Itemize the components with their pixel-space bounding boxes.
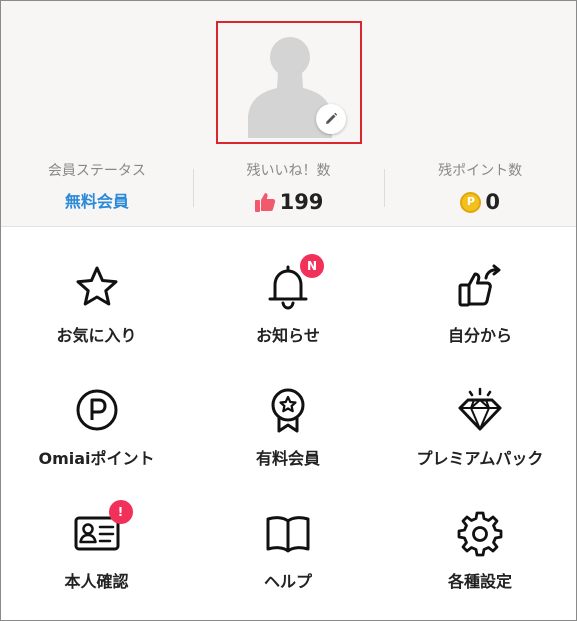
menu-item-sent-likes[interactable]: 自分から — [384, 263, 576, 386]
menu-item-paid-membership[interactable]: 有料会員 — [192, 386, 384, 509]
gear-icon — [457, 511, 503, 557]
stats-row: 会員ステータス 無料会員 残いいね！数 199 残ポイント数 P 0 — [1, 161, 576, 217]
menu-item-identity-verification[interactable]: ! 本人確認 — [1, 500, 192, 620]
menu-item-label: 各種設定 — [447, 572, 512, 591]
menu-item-omiai-points[interactable]: Omiaiポイント — [1, 386, 192, 509]
star-icon — [76, 266, 117, 306]
menu-item-notifications[interactable]: N お知らせ — [192, 254, 384, 386]
open-book-icon — [266, 516, 310, 553]
menu-grid: お気に入り N お知らせ 自分から Omiaiポイント 有料会員 プレミアムパッ… — [1, 254, 576, 620]
avatar-highlight-box[interactable] — [216, 21, 362, 144]
coin-icon: P — [460, 191, 482, 213]
member-status-label: 会員ステータス — [47, 163, 146, 179]
remaining-points-stat: 残ポイント数 P 0 — [384, 161, 576, 217]
award-badge-icon — [271, 388, 305, 433]
diamond-icon — [458, 387, 502, 431]
notification-badge: N — [300, 254, 324, 278]
thumbs-up-arrow-icon — [458, 264, 501, 307]
remaining-likes-value: 199 — [279, 190, 324, 214]
menu-item-label: 自分から — [447, 326, 512, 345]
profile-header: 会員ステータス 無料会員 残いいね！数 199 残ポイント数 P 0 — [1, 1, 576, 227]
menu-item-settings[interactable]: 各種設定 — [384, 509, 576, 620]
thumbs-up-icon — [254, 193, 275, 212]
menu-item-label: お知らせ — [256, 326, 320, 345]
menu-item-help[interactable]: ヘルプ — [192, 509, 384, 620]
menu-item-label: 有料会員 — [255, 449, 320, 468]
member-status-stat[interactable]: 会員ステータス 無料会員 — [1, 161, 193, 217]
menu-item-label: ヘルプ — [263, 572, 312, 591]
remaining-points-label: 残ポイント数 — [438, 163, 523, 179]
remaining-points-value: 0 — [485, 190, 500, 214]
profile-menu-screen: 会員ステータス 無料会員 残いいね！数 199 残ポイント数 P 0 お気に入り… — [0, 0, 577, 621]
menu-item-label: Omiaiポイント — [38, 449, 155, 468]
menu-item-favorites[interactable]: お気に入り — [1, 263, 192, 386]
menu-item-label: 本人確認 — [64, 572, 129, 591]
menu-item-label: プレミアムパック — [416, 449, 544, 468]
menu-item-label: お気に入り — [56, 326, 137, 345]
remaining-likes-stat: 残いいね！数 199 — [192, 161, 385, 217]
menu-item-premium-pack[interactable]: プレミアムパック — [384, 386, 576, 509]
remaining-likes-label: 残いいね！数 — [246, 163, 331, 179]
pencil-icon — [326, 112, 338, 124]
edit-avatar-button[interactable] — [316, 104, 346, 134]
member-status-value[interactable]: 無料会員 — [1, 189, 193, 215]
verification-alert-badge: ! — [108, 500, 133, 524]
point-circle-icon — [76, 389, 117, 431]
